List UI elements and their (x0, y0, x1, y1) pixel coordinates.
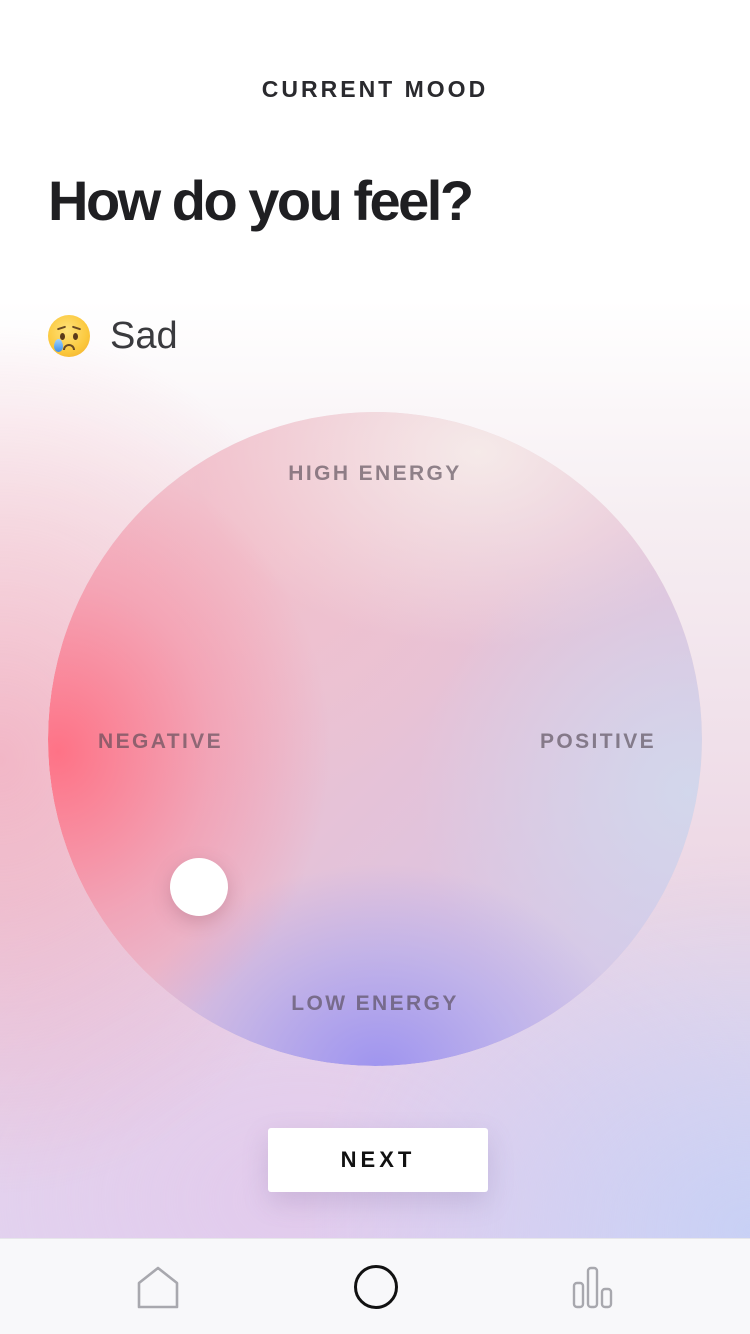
circle-icon (354, 1265, 398, 1309)
tab-log-mood[interactable] (316, 1239, 436, 1334)
mood-label: Sad (110, 314, 178, 357)
positive-label: POSITIVE (540, 730, 657, 753)
tab-bar (0, 1238, 750, 1334)
low-energy-label: LOW ENERGY (291, 992, 459, 1015)
bar-chart-icon (572, 1266, 613, 1309)
crying-face-icon (48, 315, 90, 357)
selected-mood: Sad (48, 312, 178, 360)
home-icon (137, 1266, 179, 1309)
high-energy-label: HIGH ENERGY (288, 462, 462, 485)
negative-label: NEGATIVE (98, 730, 223, 753)
mood-selector-handle[interactable] (170, 858, 228, 916)
tab-statistics[interactable] (534, 1239, 654, 1334)
tab-home[interactable] (98, 1239, 218, 1334)
screen-title: CURRENT MOOD (261, 76, 489, 102)
next-button[interactable]: NEXT (268, 1128, 488, 1192)
page-title: How do you feel? (48, 169, 474, 232)
